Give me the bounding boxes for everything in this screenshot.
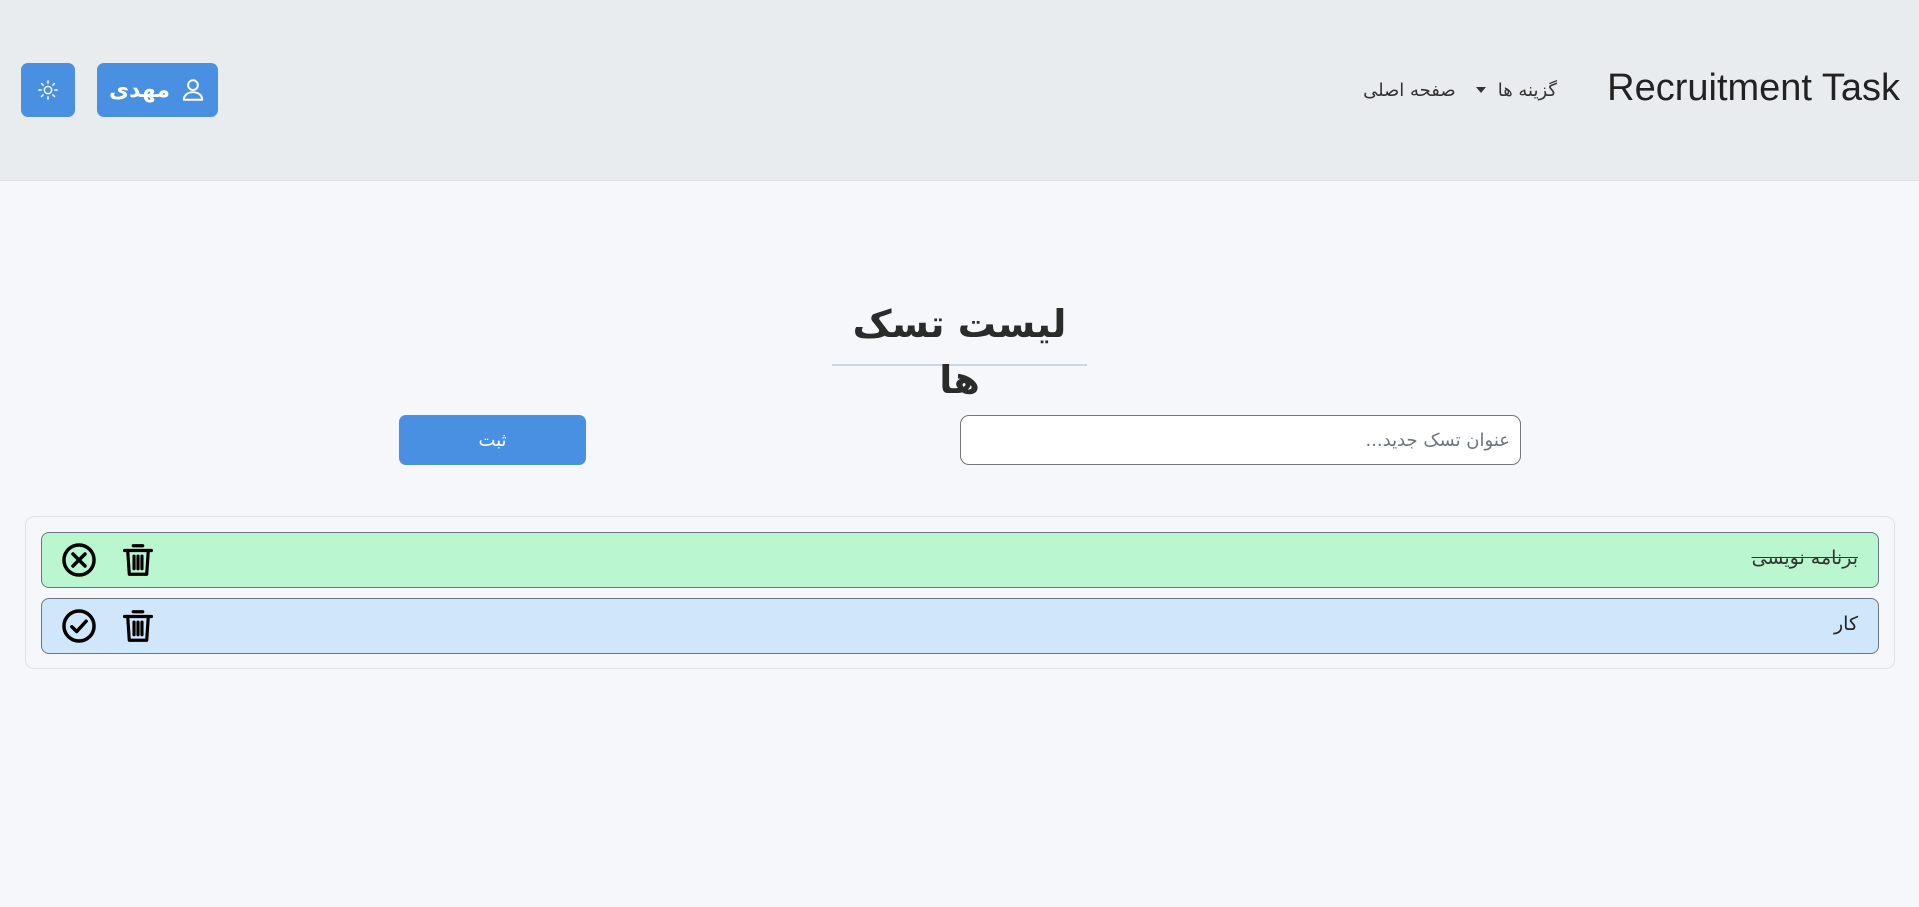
brand-title[interactable]: Recruitment Task	[1607, 64, 1900, 112]
options-dropdown[interactable]: گزینه ها	[1475, 79, 1557, 101]
check-circle-icon[interactable]	[60, 607, 98, 645]
nav-home-link[interactable]: صفحه اصلی	[1363, 80, 1456, 101]
trash-icon[interactable]	[119, 607, 157, 645]
nav-links: صفحه اصلی گزینه ها	[1363, 76, 1557, 104]
task-title: برنامه نویسی	[1751, 547, 1858, 569]
task-list: برنامه نویسی کار	[25, 516, 1895, 669]
caret-down-icon	[1475, 87, 1486, 93]
task-title: کار	[1833, 613, 1858, 635]
user-name: مهدی	[109, 77, 171, 103]
submit-button[interactable]: ثبت	[399, 415, 586, 465]
trash-icon[interactable]	[119, 541, 157, 579]
new-task-input[interactable]	[960, 415, 1521, 465]
sun-icon	[38, 80, 58, 100]
x-circle-icon[interactable]	[60, 541, 98, 579]
user-icon	[182, 79, 204, 101]
theme-toggle-button[interactable]	[21, 63, 75, 117]
user-button[interactable]: مهدی	[97, 63, 218, 117]
task-item: کار	[41, 598, 1879, 654]
options-dropdown-label: گزینه ها	[1497, 79, 1557, 101]
page-title: لیست تسک ها	[832, 296, 1087, 402]
task-item: برنامه نویسی	[41, 532, 1879, 588]
navbar: Recruitment Task صفحه اصلی گزینه ها مهدی	[0, 0, 1919, 181]
